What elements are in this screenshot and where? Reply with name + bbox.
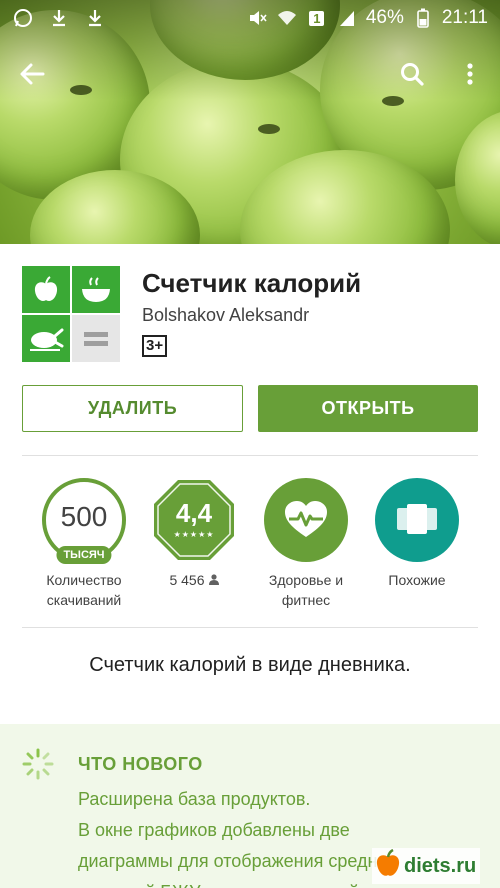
rating-stat[interactable]: 4,4 ★★★★★ 5 456 [134,478,254,590]
search-button[interactable] [394,56,430,92]
rating-count: 5 456 [169,572,205,588]
rating-value: 4,4 [175,498,213,528]
app-icon [22,266,120,362]
downloads-label: скачиваний [46,592,122,608]
loading-spinner-icon [22,748,54,780]
person-icon [208,570,219,590]
cards-icon [397,504,437,534]
app-bar [0,52,500,96]
category-label: Здоровье и [268,572,344,588]
apple-logo-icon [374,848,402,884]
rating-badge: 4,4 ★★★★★ [152,478,236,562]
more-vert-icon [467,63,473,85]
downloads-unit: ТЫСЯЧ [56,546,112,564]
bowl-icon [72,266,120,313]
whats-new-line: Расширена база продуктов. [78,789,311,809]
heartbeat-icon [285,501,327,537]
category-label: фитнес [281,592,331,608]
hero-banner: 1 46% 21:11 [0,0,500,244]
content-rating-badge: 3+ [142,335,168,357]
arrow-back-icon [20,63,45,85]
back-button[interactable] [14,58,50,90]
watermark-text: diets.ru [404,854,477,877]
sim-icon: 1 [306,7,328,29]
download-icon [48,7,70,29]
divider [22,627,478,628]
uninstall-button[interactable]: УДАЛИТЬ [22,385,243,432]
apple-icon [22,266,70,313]
more-options-button[interactable] [456,56,484,92]
app-title: Счетчик калорий [142,268,362,298]
category-stat[interactable]: Здоровье и фитнес [246,478,366,610]
category-badge [264,478,348,562]
status-bar: 1 46% 21:11 [0,0,500,36]
divider [22,455,478,456]
app-description[interactable]: Счетчик калорий в виде дневника. [0,654,500,677]
similar-stat[interactable]: Похожие [357,478,477,590]
equals-icon [72,315,120,362]
similar-label: Похожие [388,572,446,588]
whatsapp-icon [12,7,34,29]
whats-new-line: В окне графиков добавлены две [78,820,350,840]
developer-name[interactable]: Bolshakov Aleksandr [142,305,309,326]
battery-icon [412,7,434,29]
battery-percent: 46% [365,7,404,28]
downloads-label: Количество [46,572,122,588]
download-icon [84,7,106,29]
mute-icon [246,7,268,29]
wifi-icon [276,7,298,29]
signal-icon [336,7,358,29]
downloads-stat[interactable]: 500 ТЫСЯЧ Количество скачиваний [24,478,144,610]
downloads-count: 500 [60,501,108,532]
similar-badge [375,478,459,562]
clock: 21:11 [441,7,488,28]
watermark: diets.ru [372,848,481,884]
chicken-icon [22,315,70,362]
downloads-badge: 500 ТЫСЯЧ [42,478,126,564]
open-button[interactable]: ОТКРЫТЬ [258,385,478,432]
rating-stars: ★★★★★ [173,530,215,539]
search-icon [401,63,424,86]
whats-new-title: ЧТО НОВОГО [78,754,203,774]
